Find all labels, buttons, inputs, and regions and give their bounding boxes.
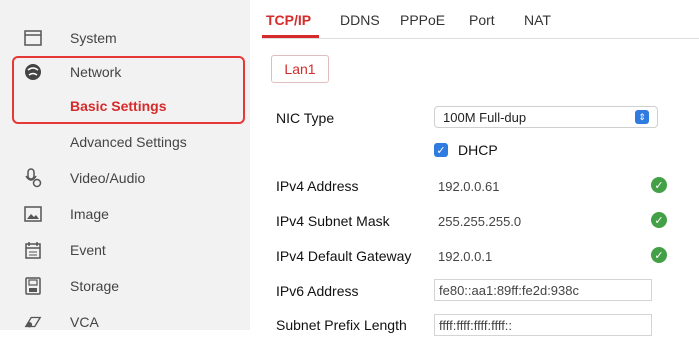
- ipv4-gateway-label: IPv4 Default Gateway: [276, 248, 412, 264]
- system-icon: [24, 29, 42, 47]
- ipv4-gateway-field[interactable]: 192.0.0.1: [438, 249, 492, 264]
- image-icon: [24, 205, 42, 223]
- dhcp-label: DHCP: [458, 142, 498, 158]
- check-circle-icon: ✓: [651, 247, 667, 263]
- ipv4-address-label: IPv4 Address: [276, 178, 359, 194]
- sidebar-item-label: Advanced Settings: [70, 134, 187, 150]
- tab-ddns[interactable]: DDNS: [340, 12, 380, 28]
- vca-icon: [24, 313, 42, 331]
- ipv4-subnet-mask-label: IPv4 Subnet Mask: [276, 213, 390, 229]
- ipv6-address-value: fe80::aa1:89ff:fe2d:938c: [439, 282, 579, 298]
- storage-icon: [24, 277, 42, 295]
- ipv6-address-label: IPv6 Address: [276, 283, 359, 299]
- sidebar-item-label: Storage: [70, 278, 120, 294]
- video-audio-icon: [24, 168, 42, 188]
- sidebar: System Network Basic Settings Advanced S…: [0, 0, 250, 330]
- subnet-prefix-field[interactable]: ffff:ffff:ffff:ffff::: [434, 314, 652, 336]
- sidebar-item-advanced-settings[interactable]: Advanced Settings: [0, 124, 250, 160]
- tab-nat[interactable]: NAT: [524, 12, 551, 28]
- sidebar-item-storage[interactable]: Storage: [0, 268, 250, 304]
- sidebar-item-label: Video/Audio: [70, 170, 146, 186]
- lan1-button[interactable]: Lan1: [271, 55, 329, 83]
- sidebar-item-image[interactable]: Image: [0, 196, 250, 232]
- select-arrow-icon: ⇕: [635, 110, 649, 124]
- check-circle-icon: ✓: [651, 177, 667, 193]
- sidebar-item-event[interactable]: Event: [0, 232, 250, 268]
- highlight-box: [12, 56, 245, 124]
- ipv6-address-field[interactable]: fe80::aa1:89ff:fe2d:938c: [434, 279, 652, 301]
- sidebar-item-label: VCA: [70, 314, 99, 330]
- sidebar-item-vca[interactable]: VCA: [0, 304, 250, 340]
- active-tab-indicator: [262, 35, 319, 38]
- nic-type-value: 100M Full-dup: [443, 109, 527, 125]
- dhcp-checkbox[interactable]: ✓: [434, 143, 448, 157]
- check-circle-icon: ✓: [651, 212, 667, 228]
- subnet-prefix-value: ffff:ffff:ffff:ffff::: [439, 317, 513, 333]
- ipv4-address-field[interactable]: 192.0.0.61: [438, 179, 499, 194]
- sidebar-item-video-audio[interactable]: Video/Audio: [0, 160, 250, 196]
- subnet-prefix-label: Subnet Prefix Length: [276, 317, 407, 333]
- tab-bar: TCP/IP DDNS PPPoE Port NAT: [262, 0, 699, 39]
- event-icon: [24, 241, 42, 259]
- sidebar-item-label: Image: [70, 206, 109, 222]
- nic-type-label: NIC Type: [276, 110, 335, 126]
- tab-pppoe[interactable]: PPPoE: [400, 12, 445, 28]
- ipv4-subnet-mask-field[interactable]: 255.255.255.0: [438, 214, 521, 229]
- tab-port[interactable]: Port: [469, 12, 495, 28]
- sidebar-item-system[interactable]: System: [0, 20, 250, 56]
- sidebar-item-label: Event: [70, 242, 106, 258]
- sidebar-item-label: System: [70, 30, 117, 46]
- tab-tcp-ip[interactable]: TCP/IP: [266, 12, 311, 28]
- nic-type-select[interactable]: 100M Full-dup ⇕: [434, 106, 658, 128]
